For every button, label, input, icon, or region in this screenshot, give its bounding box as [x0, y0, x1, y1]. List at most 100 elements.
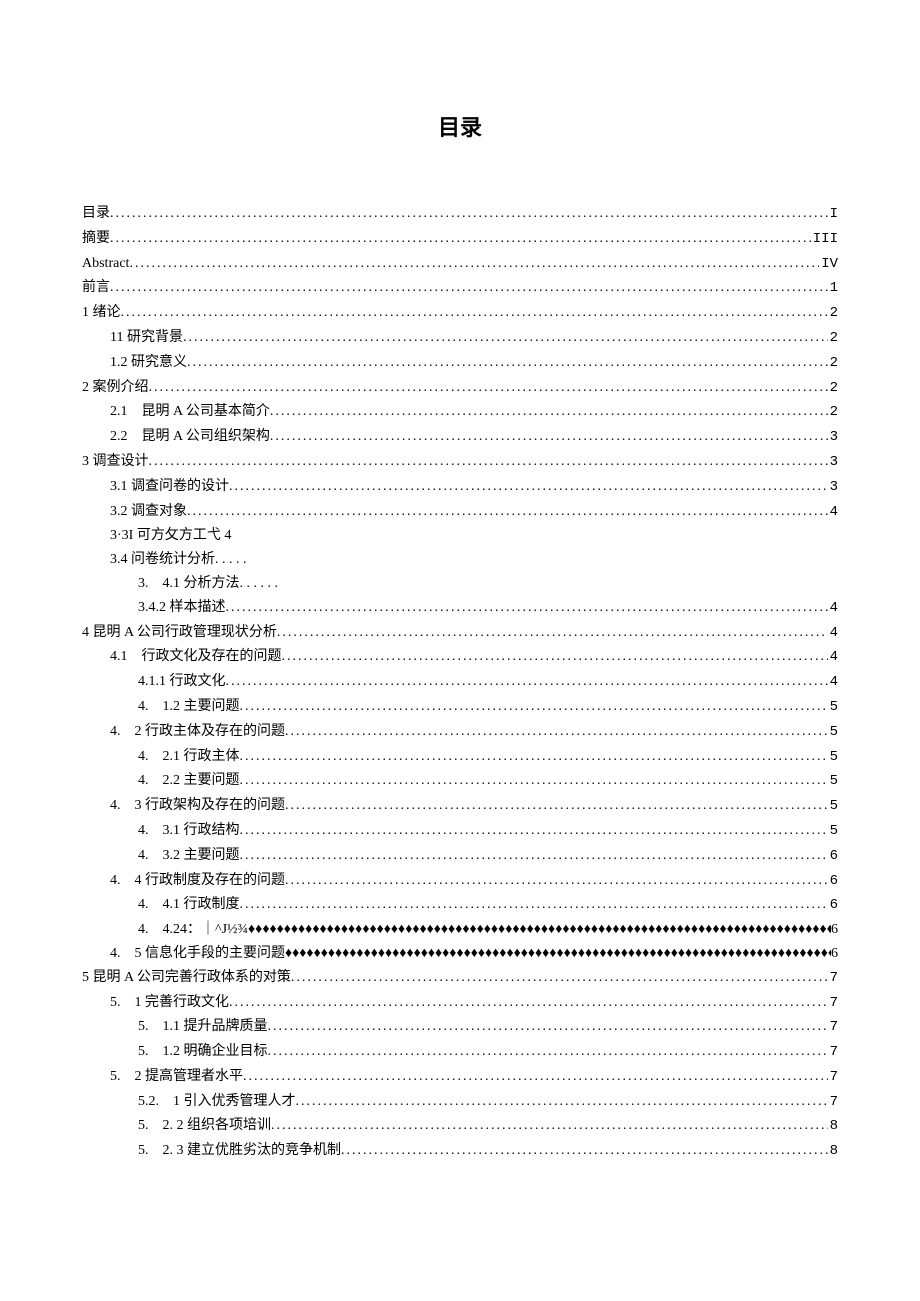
- leader-dots: [129, 252, 819, 276]
- leader-dots: [285, 869, 828, 893]
- toc-entry-label: 3.1 调查问卷的设计: [110, 475, 229, 499]
- toc-entry-page: 7: [828, 967, 838, 991]
- toc-entry-label: 4. 2.1 行政主体: [138, 745, 240, 769]
- toc-entry-page: 4: [828, 597, 838, 621]
- toc-entry: 3.1 调查问卷的设计 3: [82, 475, 838, 500]
- leader-dots: [121, 301, 828, 325]
- leader-dots: [240, 893, 828, 917]
- toc-entry: 4. 1.2 主要问题 5: [82, 695, 838, 720]
- toc-entry-label: 3·3I 可方攵方工弋 4: [110, 524, 231, 548]
- toc-entry: 摘要 III: [82, 227, 838, 252]
- toc-entry-label: 摘要: [82, 227, 110, 251]
- toc-entry-label: 4. 4.24：｜^J½¾: [138, 918, 248, 942]
- toc-entry: 4. 4.24：｜^J½¾ 6: [82, 918, 838, 942]
- toc-entry-label: 5. 1.1 提升品牌质量: [138, 1015, 268, 1039]
- leader-dots: [240, 844, 828, 868]
- toc-entry-label: 4. 1.2 主要问题: [138, 695, 240, 719]
- toc-entry-label: 4. 4 行政制度及存在的问题: [110, 869, 285, 893]
- toc-entry-page: 5: [828, 770, 838, 794]
- leader-dots: [285, 794, 828, 818]
- leader-dots: [187, 500, 828, 524]
- leader-dots: [243, 1065, 828, 1089]
- leader-dots: [226, 596, 828, 620]
- toc-entry: 2.2 昆明 A 公司组织架构3: [82, 425, 838, 450]
- leader-dots: [226, 670, 828, 694]
- toc-entry: 5 昆明 A 公司完善行政体系的对策 7: [82, 966, 838, 991]
- leader-dots: [240, 745, 828, 769]
- toc-entry-label: 2 案例介绍: [82, 376, 149, 400]
- toc-entry-label: 4. 5 信息化手段的主要问题: [110, 942, 285, 966]
- toc-entry-label: Abstract: [82, 252, 129, 276]
- leader-dots: [187, 351, 828, 375]
- toc-entry-page: 5: [828, 746, 838, 770]
- toc-entry: 4. 2.1 行政主体 5: [82, 745, 838, 770]
- toc-entry-page: 3: [828, 451, 838, 475]
- toc-entry-page: 4: [828, 671, 838, 695]
- toc-entry: 5. 1.2 明确企业目标7: [82, 1040, 838, 1065]
- toc-entry-page: IV: [819, 253, 838, 277]
- toc-entry: 4. 4.1 行政制度6: [82, 893, 838, 918]
- toc-entry-page: 7: [828, 1091, 838, 1115]
- toc-entry: 4. 2 行政主体及存在的问题 5: [82, 720, 838, 745]
- toc-entry-label: 4. 2 行政主体及存在的问题: [110, 720, 285, 744]
- toc-entry-label: 3 调查设计: [82, 450, 149, 474]
- toc-entry-page: III: [811, 228, 838, 252]
- toc-entry-page: 4: [828, 501, 838, 525]
- toc-entry-page: 8: [828, 1140, 838, 1164]
- toc-title: 目录: [82, 110, 838, 142]
- toc-entry-label: 5. 2 提高管理者水平: [110, 1065, 243, 1089]
- toc-entry-page: 2: [828, 377, 838, 401]
- toc-entry: 3.4 问卷统计分析: [82, 548, 838, 572]
- toc-entry-page: 7: [828, 992, 838, 1016]
- toc-entry-label: 前言: [82, 276, 110, 300]
- toc-entry-label: 5.2. 1 引入优秀管理人才: [138, 1090, 296, 1114]
- toc-entry-page: 7: [828, 1041, 838, 1065]
- toc-entry-label: 5. 1 完善行政文化: [110, 991, 229, 1015]
- toc-entry-page: 1: [828, 277, 838, 301]
- leader-dots: [183, 326, 828, 350]
- leader-dots: [240, 819, 828, 843]
- toc-entry-page: 7: [828, 1066, 838, 1090]
- toc-entry: 4. 5 信息化手段的主要问题 6: [82, 942, 838, 966]
- toc-entry-page: 8: [828, 1115, 838, 1139]
- leader-diamonds: [285, 942, 831, 966]
- toc-entry: 3·3I 可方攵方工弋 4: [82, 524, 838, 548]
- toc-entry-label: 目录: [82, 202, 110, 226]
- toc-entry: 4. 2.2 主要问题5: [82, 769, 838, 794]
- toc-entry-page: 6: [828, 870, 838, 894]
- toc-entry-label: 4. 4.1 行政制度: [138, 893, 240, 917]
- toc-entry-page: 5: [828, 721, 838, 745]
- toc-entry: 4. 3.2 主要问题6: [82, 844, 838, 869]
- toc-entry-page: 6: [831, 918, 838, 942]
- toc-entry-label: 3. 4.1 分析方法: [138, 572, 278, 596]
- toc-entry: Abstract IV: [82, 252, 838, 277]
- toc-entry-label: 1.2 研究意义: [110, 351, 187, 375]
- toc-entry: 5. 1 完善行政文化 7: [82, 991, 838, 1016]
- toc-entry: 4. 3 行政架构及存在的问题5: [82, 794, 838, 819]
- toc-entry-page: 3: [828, 476, 838, 500]
- toc-entry-label: 11 研究背景: [110, 326, 183, 350]
- leader-dots: [296, 1090, 828, 1114]
- toc-entry-page: 5: [828, 696, 838, 720]
- toc-entry-page: 2: [828, 302, 838, 326]
- toc-entry: 目录I: [82, 202, 838, 227]
- toc-entry-label: 5. 2. 2 组织各项培训: [138, 1114, 271, 1138]
- toc-entry-label: 4. 3.2 主要问题: [138, 844, 240, 868]
- toc-entry-label: 3.4.2 样本描述: [138, 596, 226, 620]
- leader-dots: [110, 202, 828, 226]
- toc-entry-page: 7: [828, 1016, 838, 1040]
- leader-diamonds: [248, 918, 831, 942]
- toc-entry-label: 4 昆明 A 公司行政管理现状分析: [82, 621, 277, 645]
- toc-list: 目录I摘要IIIAbstractIV前言11 绪论211 研究背景21.2 研究…: [82, 202, 838, 1164]
- leader-dots: [240, 695, 828, 719]
- toc-entry-label: 5 昆明 A 公司完善行政体系的对策: [82, 966, 291, 990]
- leader-dots: [270, 400, 828, 424]
- leader-dots: [268, 1015, 828, 1039]
- toc-entry-label: 3.2 调查对象: [110, 500, 187, 524]
- toc-entry: 3.2 调查对象 4: [82, 500, 838, 525]
- toc-entry-label: 4.1 行政文化及存在的问题: [110, 645, 282, 669]
- leader-dots: [271, 1114, 828, 1138]
- toc-entry: 5.2. 1 引入优秀管理人才 7: [82, 1090, 838, 1115]
- toc-entry-page: 6: [831, 942, 838, 966]
- leader-dots: [240, 769, 828, 793]
